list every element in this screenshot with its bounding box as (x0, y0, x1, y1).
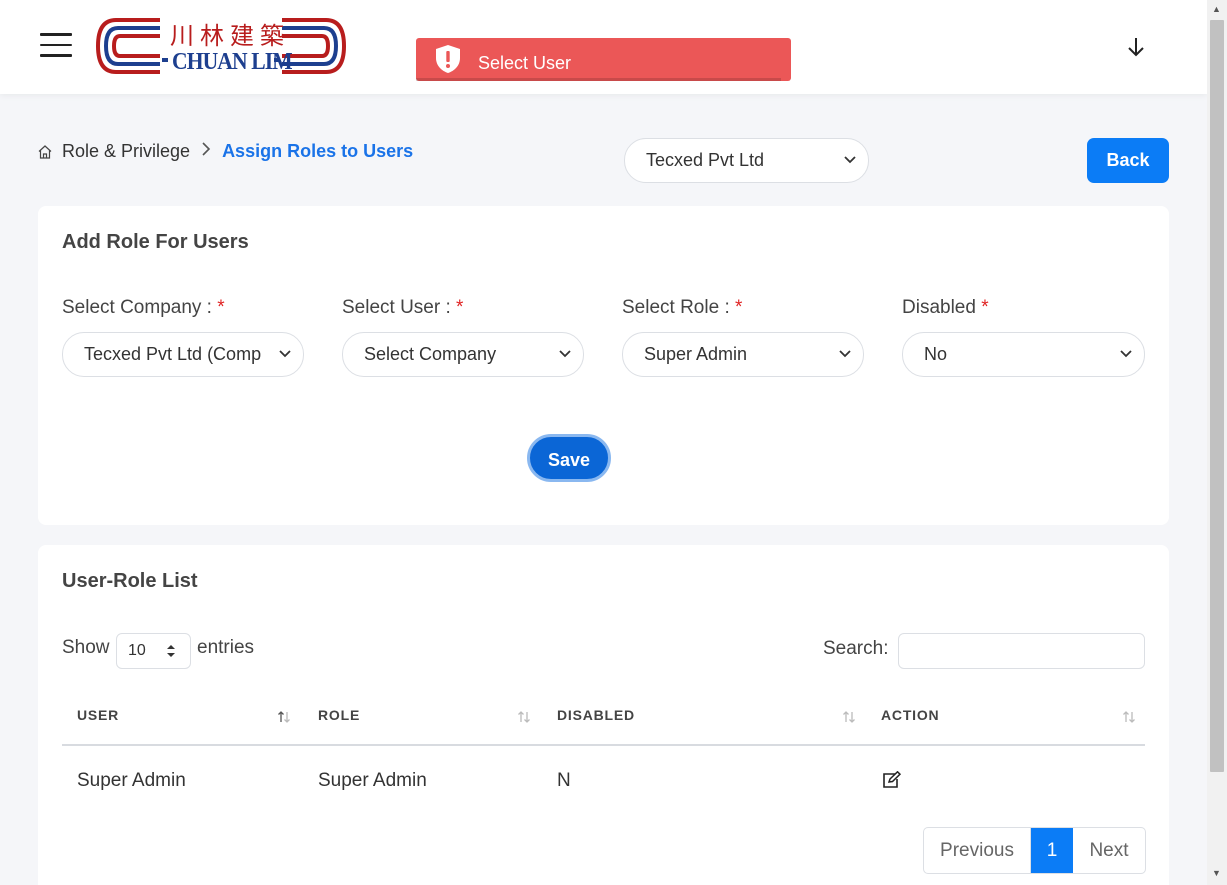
toast-progress-bar (416, 78, 781, 81)
chevron-down-icon (844, 156, 856, 164)
company-select-value: Tecxed Pvt Ltd (Comp (84, 344, 262, 364)
sort-icon[interactable] (1122, 710, 1136, 724)
search-label: Search: (823, 638, 889, 659)
disabled-select-value: No (924, 344, 948, 364)
shield-alert-icon (436, 45, 460, 73)
breadcrumb-current: Assign Roles to Users (222, 141, 414, 161)
sort-icon[interactable] (842, 710, 856, 724)
table-header-divider (62, 744, 1145, 746)
disabled-select[interactable]: No (902, 332, 1145, 377)
user-role-list-title: User-Role List (62, 570, 198, 592)
chevron-down-icon (279, 349, 291, 359)
sort-icon[interactable] (517, 710, 531, 724)
toast-message: Select User (478, 53, 572, 73)
role-select-value: Super Admin (644, 344, 748, 364)
home-icon[interactable] (37, 144, 53, 160)
chevron-right-icon (201, 142, 211, 161)
breadcrumb: Role & Privilege Assign Roles to Users (37, 141, 413, 162)
column-header-action[interactable]: ACTION (881, 707, 939, 723)
company-select-top[interactable]: Tecxed Pvt Ltd (624, 138, 869, 183)
user-select[interactable]: Select Company (342, 332, 584, 377)
edit-icon[interactable] (881, 771, 901, 789)
company-logo: 川林建築 CHUAN LIM (92, 14, 350, 78)
company-select[interactable]: Tecxed Pvt Ltd (Comp (62, 332, 304, 377)
sort-ascending-icon[interactable] (277, 710, 291, 724)
scroll-down-arrow-icon[interactable]: ▼ (1212, 868, 1221, 878)
cell-disabled: N (557, 770, 571, 791)
role-select[interactable]: Super Admin (622, 332, 864, 377)
logo-chinese-text: 川林建築 (170, 22, 290, 50)
scroll-up-arrow-icon[interactable]: ▲ (1212, 4, 1221, 14)
select-company-label: Select Company : * (62, 297, 225, 318)
vertical-scrollbar[interactable]: ▲ ▼ (1207, 0, 1227, 885)
top-header: 川林建築 CHUAN LIM Select User (0, 0, 1207, 94)
chevron-down-icon (1120, 350, 1132, 358)
arrow-down-icon[interactable] (1126, 36, 1146, 64)
page-length-select[interactable]: 10 (116, 633, 191, 669)
search-input[interactable] (898, 633, 1145, 669)
sort-updown-icon (167, 645, 175, 657)
page-length-value: 10 (128, 642, 146, 659)
user-select-value: Select Company (364, 344, 497, 364)
back-button[interactable]: Back (1087, 138, 1169, 183)
entries-label: entries (197, 637, 255, 658)
column-header-disabled[interactable]: DISABLED (557, 707, 635, 723)
next-page-button[interactable]: Next (1073, 828, 1145, 873)
disabled-label: Disabled * (902, 297, 989, 318)
cell-user: Super Admin (77, 770, 186, 791)
show-label: Show (62, 637, 110, 658)
breadcrumb-parent[interactable]: Role & Privilege (62, 141, 190, 162)
previous-page-button[interactable]: Previous (924, 828, 1031, 873)
scrollbar-thumb[interactable] (1210, 20, 1224, 772)
chevron-down-icon (839, 350, 851, 358)
cell-role: Super Admin (318, 770, 427, 791)
hamburger-menu-icon[interactable] (40, 33, 72, 59)
page-1-button[interactable]: 1 (1031, 828, 1073, 873)
column-header-user[interactable]: USER (77, 707, 119, 723)
chevron-down-icon (559, 350, 571, 358)
select-role-label: Select Role : * (622, 297, 743, 318)
select-user-label: Select User : * (342, 297, 464, 318)
add-role-title: Add Role For Users (62, 231, 249, 253)
save-button[interactable]: Save (527, 434, 611, 482)
column-header-role[interactable]: ROLE (318, 707, 360, 723)
company-select-top-value: Tecxed Pvt Ltd (646, 150, 765, 170)
error-toast[interactable]: Select User (416, 38, 791, 81)
pagination: Previous 1 Next (923, 827, 1146, 874)
logo-english-text: CHUAN LIM (172, 49, 293, 75)
